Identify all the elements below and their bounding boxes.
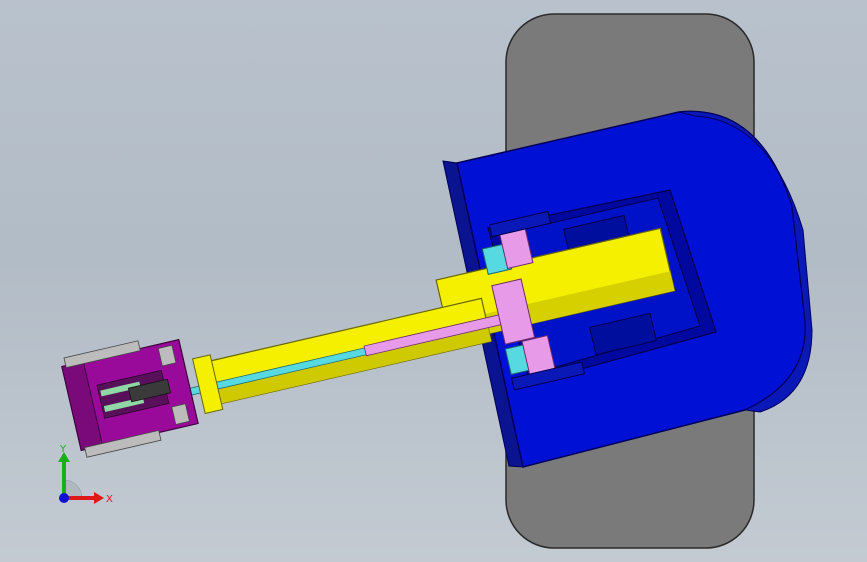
view-orientation-triad-icon: Y X	[58, 444, 113, 505]
x-axis-arrow	[94, 492, 104, 504]
x-axis-label: X	[106, 494, 113, 505]
model-scene[interactable]	[0, 0, 867, 562]
cad-viewport[interactable]: Y X	[0, 0, 867, 562]
z-axis-origin	[59, 493, 69, 503]
y-axis-label: Y	[59, 444, 67, 455]
